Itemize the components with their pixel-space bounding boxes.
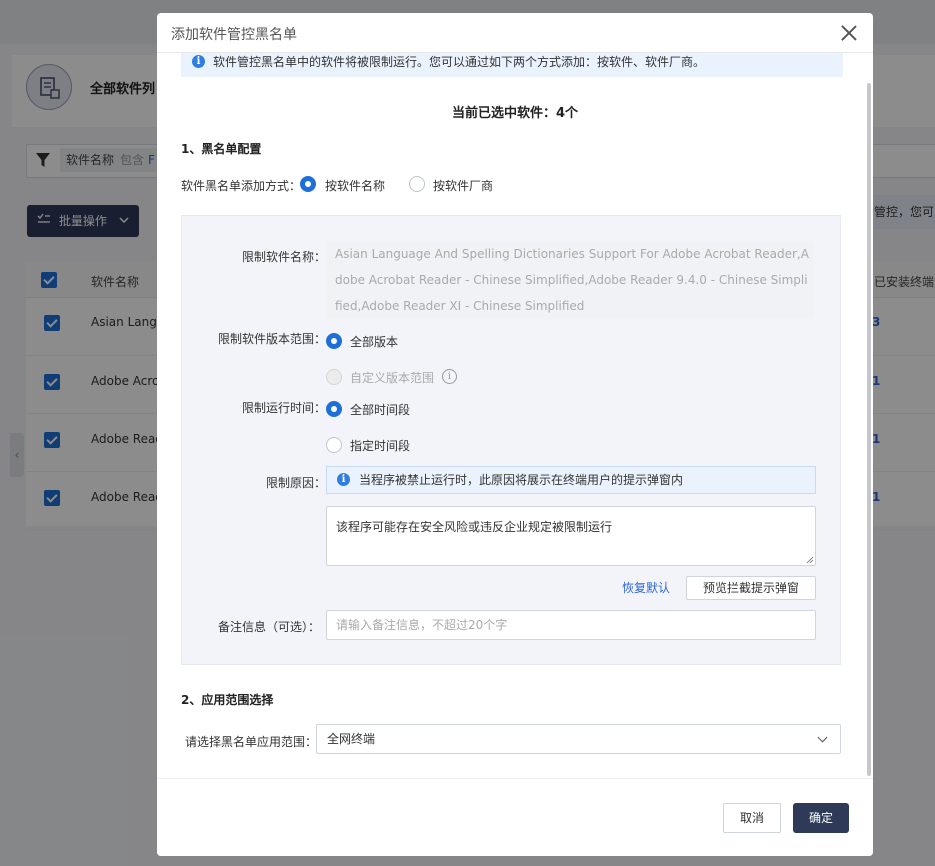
radio-specific-time[interactable] bbox=[326, 437, 342, 453]
reason-text: 该程序可能存在安全风险或违反企业规定被限制运行 bbox=[336, 520, 613, 534]
reason-tip: i 当程序被禁止运行时，此原因将展示在终端用户的提示弹窗内 bbox=[326, 466, 816, 494]
modal-scrollbar[interactable] bbox=[867, 83, 871, 776]
radio-by-name-label[interactable]: 按软件名称 bbox=[325, 177, 385, 194]
reason-textarea[interactable]: 该程序可能存在安全风险或违反企业规定被限制运行 bbox=[326, 506, 816, 566]
info-banner: i 软件管控黑名单中的软件将被限制运行。您可以通过如下两个方式添加：按软件、软件… bbox=[181, 53, 843, 77]
restricted-names-value: Asian Language And Spelling Dictionaries… bbox=[326, 241, 814, 319]
info-circle-icon[interactable]: i bbox=[442, 369, 457, 384]
run-time-label: 限制运行时间： bbox=[242, 401, 327, 415]
restore-default-link[interactable]: 恢复默认 bbox=[622, 579, 670, 596]
radio-by-vendor[interactable] bbox=[409, 176, 425, 192]
radio-all-versions[interactable] bbox=[326, 333, 342, 349]
add-method-label: 软件黑名单添加方式： bbox=[181, 179, 302, 193]
cancel-button[interactable]: 取消 bbox=[723, 803, 781, 833]
preview-popup-button[interactable]: 预览拦截提示弹窗 bbox=[686, 576, 816, 600]
section-title-config: 1、黑名单配置 bbox=[181, 142, 262, 156]
radio-custom-version-label: 自定义版本范围 bbox=[350, 371, 435, 385]
info-icon: i bbox=[192, 55, 205, 68]
modal-footer: 取消 确定 bbox=[157, 778, 873, 856]
info-icon: i bbox=[337, 473, 350, 486]
version-range-label: 限制软件版本范围： bbox=[218, 332, 327, 346]
section-title-scope: 2、应用范围选择 bbox=[181, 693, 274, 707]
reason-label: 限制原因： bbox=[266, 476, 327, 490]
radio-custom-version bbox=[326, 369, 342, 385]
radio-by-name[interactable] bbox=[300, 176, 316, 192]
info-banner-text: 软件管控黑名单中的软件将被限制运行。您可以通过如下两个方式添加：按软件、软件厂商… bbox=[213, 55, 706, 69]
radio-all-time[interactable] bbox=[326, 401, 342, 417]
reason-tip-text: 当程序被禁止运行时，此原因将展示在终端用户的提示弹窗内 bbox=[359, 473, 684, 487]
selected-count: 当前已选中软件：4个 bbox=[451, 106, 579, 121]
modal-title: 添加软件管控黑名单 bbox=[171, 27, 297, 43]
resize-grip-icon[interactable] bbox=[806, 556, 814, 564]
scope-label: 请选择黑名单应用范围： bbox=[185, 735, 318, 749]
confirm-button[interactable]: 确定 bbox=[793, 803, 849, 833]
restricted-names-label: 限制软件名称： bbox=[242, 250, 327, 264]
remark-label: 备注信息（可选）： bbox=[218, 620, 321, 634]
scope-select[interactable]: 全网终端 bbox=[316, 724, 841, 754]
radio-specific-time-label[interactable]: 指定时间段 bbox=[350, 437, 410, 454]
radio-by-vendor-label[interactable]: 按软件厂商 bbox=[433, 177, 493, 194]
modal-header: 添加软件管控黑名单 bbox=[157, 13, 873, 53]
radio-all-time-label[interactable]: 全部时间段 bbox=[350, 401, 410, 418]
close-icon[interactable] bbox=[839, 23, 859, 43]
chevron-down-icon bbox=[817, 732, 828, 743]
radio-all-versions-label[interactable]: 全部版本 bbox=[350, 333, 398, 350]
blacklist-modal: 添加软件管控黑名单 i 软件管控黑名单中的软件将被限制运行。您可以通过如下两个方… bbox=[157, 13, 873, 856]
scope-select-value: 全网终端 bbox=[327, 732, 376, 746]
remark-input[interactable]: 请输入备注信息，不超过20个字 bbox=[326, 610, 816, 640]
